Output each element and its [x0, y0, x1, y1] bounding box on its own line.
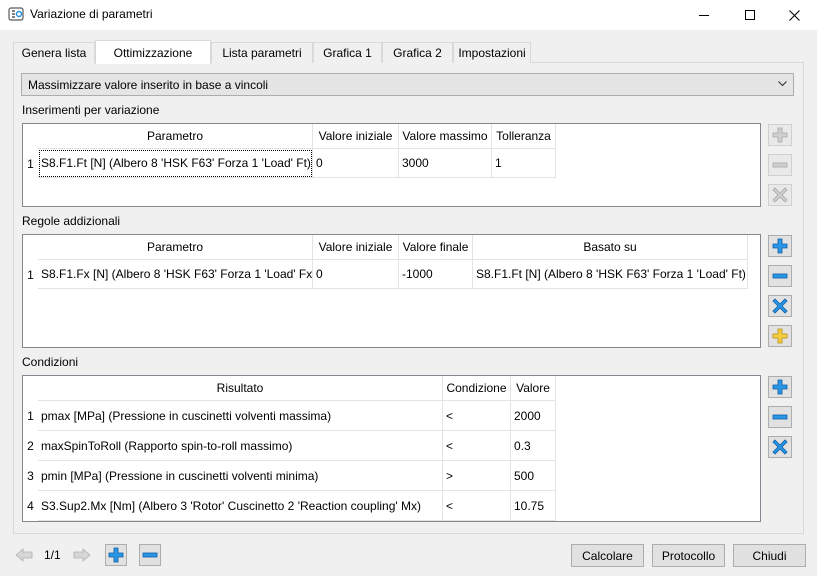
tab-grafica-2[interactable]: Grafica 2 [382, 42, 453, 63]
table-cell-risultato[interactable]: S3.Sup2.Mx [Nm] (Albero 3 'Rotor' Cuscin… [38, 491, 443, 521]
protocollo-button[interactable]: Protocollo [652, 544, 725, 567]
chiudi-button[interactable]: Chiudi [733, 544, 806, 567]
remove-regola-button[interactable] [768, 265, 792, 287]
remove-page-button[interactable] [139, 544, 161, 566]
plus-icon [772, 127, 788, 143]
table-cell-risultato[interactable]: pmin [MPa] (Pressione in cuscinetti volv… [38, 461, 443, 491]
tab-ottimizzazione[interactable]: Ottimizzazione [95, 40, 211, 64]
minus-icon [772, 414, 788, 420]
arrow-left-icon [15, 548, 33, 562]
table-cell-condizione[interactable]: < [443, 431, 511, 461]
table-cell-valore-iniziale[interactable]: 0 [313, 149, 399, 178]
regole-table: Parametro Valore iniziale Valore finale … [22, 234, 761, 348]
app-icon [8, 7, 24, 21]
minimize-icon [699, 15, 709, 16]
row-number: 4 [27, 499, 34, 513]
delete-all-inserimento-button[interactable] [768, 184, 792, 206]
condizioni-table: Risultato Condizione Valore 1 pmax [MPa]… [22, 375, 761, 522]
table-cell-condizione[interactable]: > [443, 461, 511, 491]
add-regola-button[interactable] [768, 235, 792, 257]
table-cell-parametro[interactable]: S8.F1.Ft [N] (Albero 8 'HSK F63' Forza 1… [38, 149, 313, 178]
close-icon [788, 9, 800, 21]
table-cell-valore[interactable]: 10.75 [511, 491, 556, 521]
table-cell-condizione[interactable]: < [443, 401, 511, 431]
table-cell-risultato[interactable]: pmax [MPa] (Pressione in cuscinetti volv… [38, 401, 443, 431]
condizioni-label: Condizioni [22, 355, 79, 369]
add-condizione-button[interactable] [768, 376, 792, 398]
column-header-parametro[interactable]: Parametro [38, 235, 313, 260]
column-header-valore[interactable]: Valore [511, 376, 556, 401]
table-cell-valore-iniziale[interactable]: 0 [313, 260, 399, 289]
table-cell-valore[interactable]: 500 [511, 461, 556, 491]
table-cell-valore-finale[interactable]: -1000 [399, 260, 473, 289]
table-cell-parametro[interactable]: S8.F1.Fx [N] (Albero 8 'HSK F63' Forza 1… [38, 260, 313, 289]
column-header-valore-massimo[interactable]: Valore massimo [399, 124, 492, 149]
column-header-valore-finale[interactable]: Valore finale [399, 235, 473, 260]
mode-select[interactable]: Massimizzare valore inserito in base a v… [21, 73, 794, 96]
page-indicator: 1/1 [44, 548, 61, 562]
calcolare-button[interactable]: Calcolare [571, 544, 644, 567]
row-number: 2 [27, 439, 34, 453]
window-title: Variazione di parametri [30, 7, 153, 21]
add-special-regola-button[interactable] [768, 325, 792, 347]
delete-x-icon [772, 187, 788, 203]
remove-inserimento-button[interactable] [768, 154, 792, 176]
row-number: 3 [27, 469, 34, 483]
tab-impostazioni[interactable]: Impostazioni [453, 42, 531, 63]
plus-yellow-icon [772, 328, 788, 344]
column-header-condizione[interactable]: Condizione [443, 376, 511, 401]
chevron-down-icon [778, 81, 787, 87]
maximize-button[interactable] [727, 0, 773, 30]
add-inserimento-button[interactable] [768, 124, 792, 146]
minus-icon [772, 273, 788, 279]
regole-label: Regole addizionali [22, 214, 121, 228]
delete-x-icon [772, 298, 788, 314]
table-cell-valore[interactable]: 0.3 [511, 431, 556, 461]
row-number: 1 [27, 409, 34, 423]
table-cell-basato-su[interactable]: S8.F1.Ft [N] (Albero 8 'HSK F63' Forza 1… [473, 260, 748, 289]
delete-all-condizione-button[interactable] [768, 436, 792, 458]
table-cell-valore[interactable]: 2000 [511, 401, 556, 431]
maximize-icon [745, 10, 755, 20]
arrow-right-icon [73, 548, 91, 562]
column-header-basato-su[interactable]: Basato su [473, 235, 748, 260]
plus-icon [772, 238, 788, 254]
add-page-button[interactable] [105, 544, 127, 566]
plus-icon [772, 379, 788, 395]
tab-grafica-1[interactable]: Grafica 1 [313, 42, 382, 63]
close-button[interactable] [771, 0, 817, 30]
table-cell-tolleranza[interactable]: 1 [492, 149, 556, 178]
plus-icon [108, 547, 124, 563]
minus-icon [142, 552, 158, 558]
row-number: 1 [27, 156, 34, 171]
table-cell-risultato[interactable]: maxSpinToRoll (Rapporto spin-to-roll mas… [38, 431, 443, 461]
previous-page-button[interactable] [13, 544, 35, 566]
table-cell-valore-massimo[interactable]: 3000 [399, 149, 492, 178]
row-number: 1 [27, 267, 34, 282]
column-header-tolleranza[interactable]: Tolleranza [492, 124, 556, 149]
title-bar: Variazione di parametri [0, 0, 817, 30]
mode-select-value: Massimizzare valore inserito in base a v… [28, 78, 269, 92]
tab-genera-lista[interactable]: Genera lista [13, 42, 95, 63]
minimize-button[interactable] [681, 0, 727, 30]
column-header-risultato[interactable]: Risultato [38, 376, 443, 401]
inserimenti-table: Parametro Valore iniziale Valore massimo… [22, 123, 761, 207]
delete-all-regola-button[interactable] [768, 295, 792, 317]
remove-condizione-button[interactable] [768, 406, 792, 428]
minus-icon [772, 162, 788, 168]
column-header-parametro[interactable]: Parametro [38, 124, 313, 149]
tab-lista-parametri[interactable]: Lista parametri [211, 42, 313, 63]
next-page-button[interactable] [71, 544, 93, 566]
column-header-valore-iniziale[interactable]: Valore iniziale [313, 124, 399, 149]
table-cell-condizione[interactable]: < [443, 491, 511, 521]
inserimenti-label: Inserimenti per variazione [22, 103, 160, 117]
delete-x-icon [772, 439, 788, 455]
column-header-valore-iniziale[interactable]: Valore iniziale [313, 235, 399, 260]
